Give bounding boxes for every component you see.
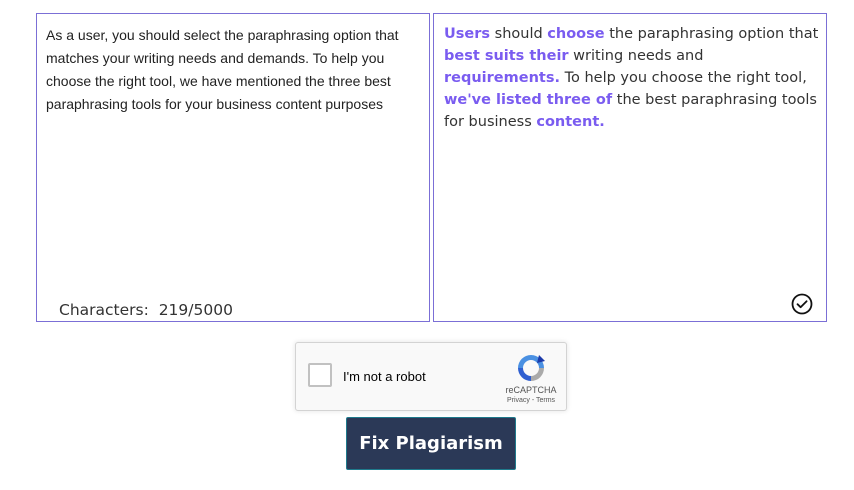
output-changed-phrase: choose <box>547 26 605 42</box>
output-unchanged-phrase: should <box>490 26 548 42</box>
character-count-label: Characters: <box>59 301 149 319</box>
input-text[interactable]: As a user, you should select the paraphr… <box>46 24 418 116</box>
output-unchanged-phrase: the paraphrasing option that <box>604 26 819 42</box>
output-changed-phrase: we've listed three of <box>444 92 613 108</box>
character-count-value: 219/5000 <box>158 301 233 319</box>
recaptcha-brand: reCAPTCHA <box>505 385 557 395</box>
check-circle-icon <box>791 293 813 315</box>
character-count: Characters: 219/5000 <box>59 301 233 319</box>
recaptcha-label: I'm not a robot <box>343 369 426 384</box>
output-changed-phrase: requirements. <box>444 70 560 86</box>
output-unchanged-phrase: To help you choose the right tool, <box>559 70 807 86</box>
output-changed-phrase: Users <box>444 26 491 42</box>
recaptcha-privacy-terms[interactable]: Privacy - Terms <box>496 397 566 404</box>
output-text-panel: Users should choose the paraphrasing opt… <box>433 13 827 322</box>
output-changed-phrase: content. <box>536 114 605 130</box>
fix-plagiarism-button[interactable]: Fix Plagiarism <box>346 417 516 470</box>
recaptcha-logo-icon <box>518 355 545 381</box>
output-text: Users should choose the paraphrasing opt… <box>444 23 822 133</box>
recaptcha-widget: I'm not a robot reCAPTCHA Privacy - Term… <box>295 342 567 411</box>
recaptcha-checkbox[interactable] <box>308 363 332 387</box>
input-text-panel[interactable]: As a user, you should select the paraphr… <box>36 13 430 322</box>
output-changed-phrase: best suits their <box>444 48 569 64</box>
output-unchanged-phrase: writing needs and <box>568 48 704 64</box>
